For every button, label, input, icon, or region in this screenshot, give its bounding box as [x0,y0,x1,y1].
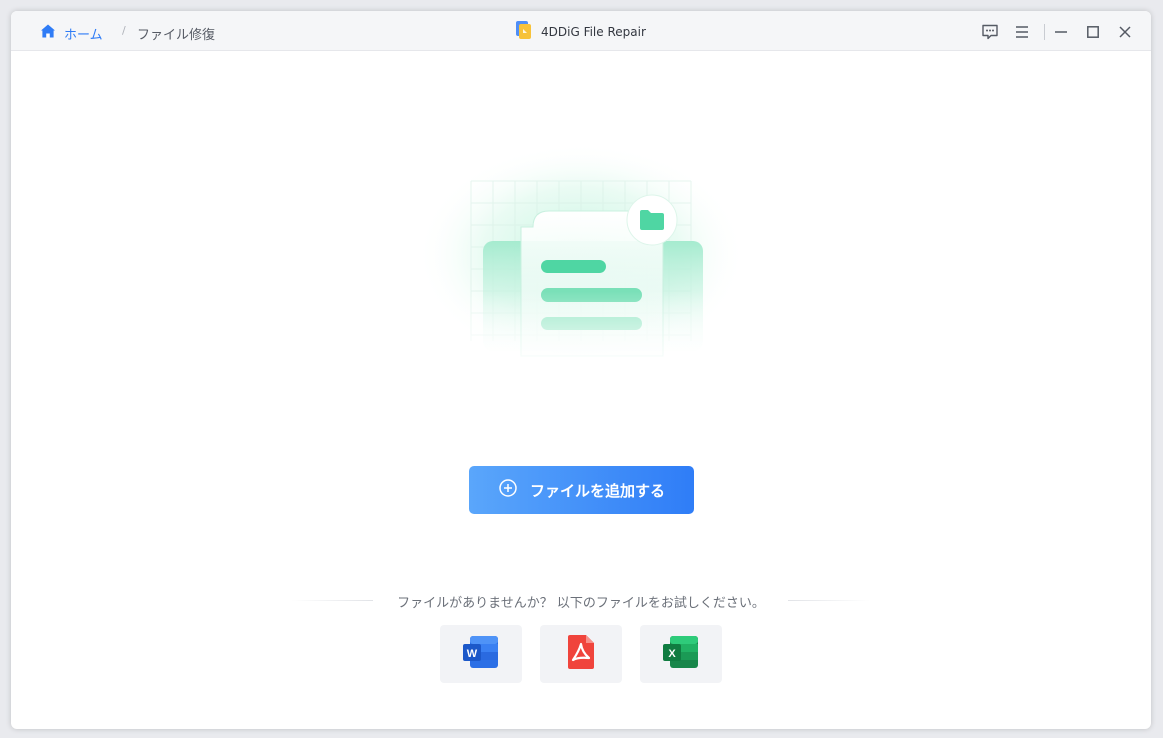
pdf-icon [565,634,597,674]
word-icon: W [461,634,501,674]
maximize-icon[interactable] [1083,23,1103,41]
breadcrumb-separator: / [122,24,126,37]
app-logo-icon [515,20,533,43]
sample-word-button[interactable]: W [440,625,522,683]
window-controls [980,23,1135,41]
sample-excel-button[interactable]: X [640,625,722,683]
file-repair-illustration [401,141,761,371]
title-bar: ホーム / ファイル修復 4DDiG File Repair [11,11,1151,51]
app-title: 4DDiG File Repair [515,20,646,43]
sample-pdf-button[interactable] [540,625,622,683]
sample-hint-text: ファイルがありませんか？ 以下のファイルをお試しください。 [397,596,765,611]
app-window: ホーム / ファイル修復 4DDiG File Repair ファイルを追加する… [11,11,1151,729]
breadcrumb-current: ファイル修復 [137,28,216,43]
breadcrumb-home[interactable]: ホーム [40,23,103,43]
hint-divider-right [788,600,870,601]
menu-icon[interactable] [1012,23,1032,41]
sample-hint-row: ファイルがありませんか？ 以下のファイルをお試しください。 [11,591,1151,611]
add-file-button-label: ファイルを追加する [529,481,665,500]
add-circle-icon [498,478,518,502]
breadcrumb-home-label: ホーム [64,27,103,43]
home-icon [40,23,56,43]
word-icon-letter: W [467,648,478,660]
excel-icon-letter: X [668,648,676,660]
minimize-icon[interactable] [1051,23,1071,41]
excel-icon: X [661,634,701,674]
close-icon[interactable] [1115,23,1135,41]
feedback-icon[interactable] [980,23,1000,41]
app-title-text: 4DDiG File Repair [541,24,646,39]
sample-files: W X [440,625,722,683]
add-file-button[interactable]: ファイルを追加する [469,466,694,514]
controls-divider [1044,24,1045,40]
